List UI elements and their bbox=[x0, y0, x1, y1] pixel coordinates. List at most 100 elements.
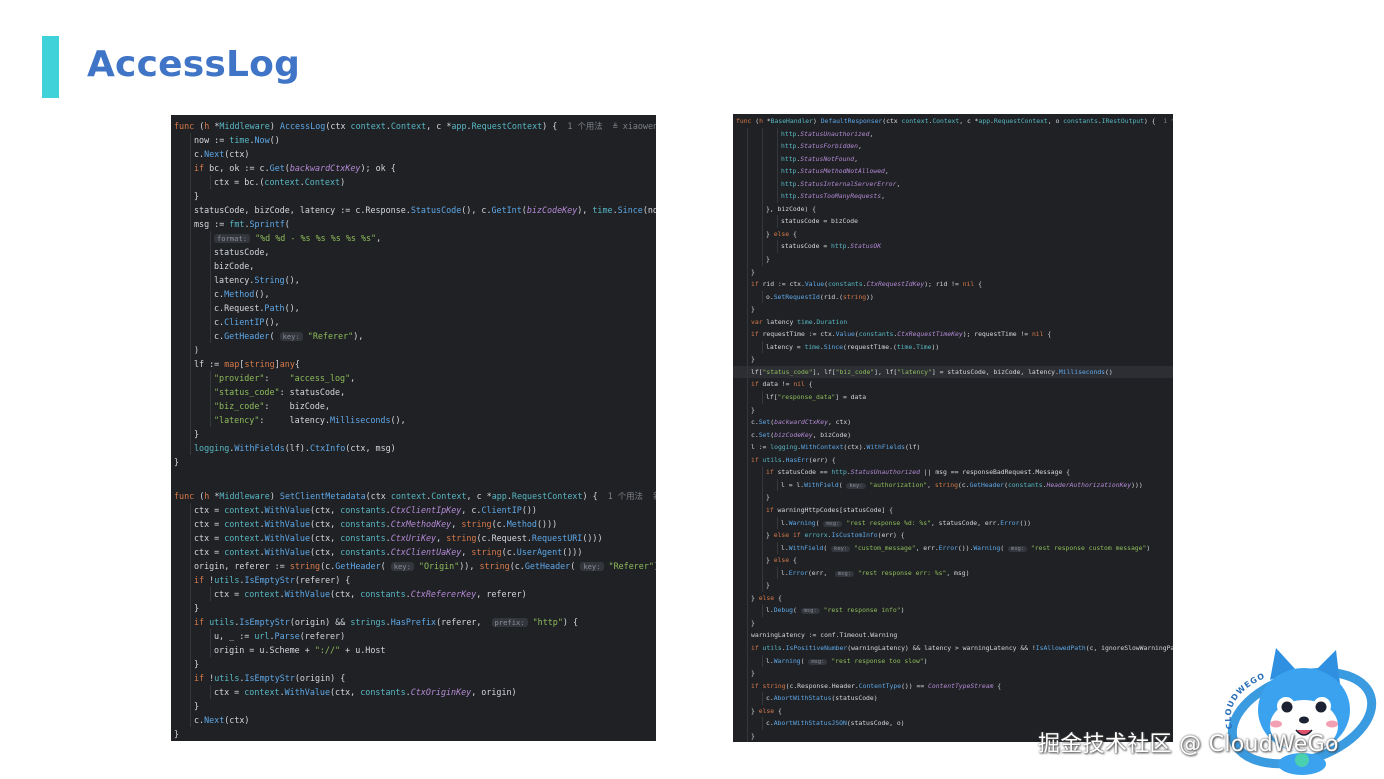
code-token: ); ok { bbox=[360, 163, 396, 173]
code-line: format: "%d %d - %s %s %s %s %s", bbox=[171, 231, 656, 245]
code-line: origin = u.Scheme + "://" + u.Host bbox=[171, 643, 656, 657]
code-token: h bbox=[204, 491, 215, 501]
code-token: } bbox=[194, 191, 200, 201]
code-token: , bbox=[854, 154, 858, 163]
code-token: func bbox=[736, 117, 756, 125]
code-token: app bbox=[451, 121, 467, 131]
code-token: c. bbox=[194, 715, 205, 725]
code-token: (err) { bbox=[808, 455, 836, 464]
code-token: context bbox=[390, 491, 427, 501]
code-token: WithValue bbox=[284, 687, 330, 697]
code-token: (), bbox=[254, 289, 270, 299]
code-token: BaseHandler bbox=[770, 117, 813, 125]
code-token: Since bbox=[617, 205, 643, 215]
code-token: context bbox=[224, 519, 260, 529]
code-token: StatusUnauthorized bbox=[800, 129, 870, 138]
code-token: } bbox=[751, 305, 755, 314]
code-token: constants bbox=[340, 547, 386, 557]
code-token: (c, ignoreSlowWarningPath bbox=[1085, 643, 1173, 652]
code-token: RequestContext bbox=[511, 491, 583, 501]
code-token: : bbox=[264, 373, 290, 383]
code-token: SetRequestId bbox=[773, 292, 820, 301]
code-token: } bbox=[751, 706, 759, 715]
code-line: ctx = context.WithValue(ctx, constants.C… bbox=[171, 503, 656, 517]
code-line: origin, referer := string(c.GetHeader( k… bbox=[171, 559, 656, 573]
code-token: ContentType bbox=[858, 681, 902, 690]
code-token: else bbox=[773, 556, 793, 565]
code-token: GetHeader bbox=[969, 480, 1005, 489]
code-token: (c. bbox=[957, 480, 970, 489]
code-token: context bbox=[224, 547, 260, 557]
code-token: } bbox=[766, 229, 774, 238]
code-token: (c. bbox=[320, 561, 336, 571]
code-token: string bbox=[461, 519, 492, 529]
code-token: } bbox=[174, 457, 180, 467]
code-token: Middleware bbox=[219, 121, 270, 131]
code-token: constants bbox=[340, 505, 386, 515]
code-token: Next bbox=[204, 149, 225, 159]
code-token: (now) bbox=[642, 205, 656, 215]
code-line: statusCode = bizCode bbox=[733, 215, 1173, 228]
code-token: lf := bbox=[194, 359, 225, 369]
code-token: nil bbox=[962, 280, 979, 289]
code-token: , bbox=[376, 233, 382, 243]
code-token: , o bbox=[1047, 117, 1064, 125]
code-token: (referer, bbox=[436, 617, 492, 627]
code-token: ( bbox=[1000, 543, 1008, 552]
code-token: StatusInternalServerError bbox=[800, 179, 897, 188]
code-token: string bbox=[244, 359, 275, 369]
code-token: } bbox=[174, 729, 180, 739]
code-token: (), bbox=[284, 275, 300, 285]
parameter-hint: key: bbox=[831, 545, 851, 552]
code-token: utils bbox=[214, 575, 240, 585]
code-token: } bbox=[751, 405, 755, 414]
code-line: ctx = context.WithValue(ctx, constants.C… bbox=[171, 545, 656, 559]
code-token: string bbox=[762, 681, 786, 690]
code-token: { bbox=[792, 229, 797, 238]
code-token: Error bbox=[788, 568, 808, 577]
code-line: func (h *BaseHandler) DefaultResponser(c… bbox=[733, 115, 1173, 128]
code-token: HasPrefix bbox=[390, 617, 437, 627]
code-token: } bbox=[751, 355, 755, 364]
code-token: Set bbox=[758, 430, 771, 439]
code-token: h bbox=[204, 121, 215, 131]
code-token: l := bbox=[751, 443, 771, 452]
code-line: ctx = bc.(context.Context) bbox=[171, 175, 656, 189]
code-line: c.Set(backwardCtxKey, ctx) bbox=[733, 416, 1173, 429]
code-token: nil bbox=[793, 380, 809, 389]
code-token: ( bbox=[792, 606, 801, 615]
code-token: "latency" bbox=[897, 367, 932, 376]
code-token: time bbox=[592, 205, 613, 215]
code-token: nil bbox=[1031, 330, 1048, 339]
code-token: http bbox=[781, 142, 797, 151]
code-token: time bbox=[229, 135, 250, 145]
code-token: , bbox=[350, 373, 356, 383]
code-line: } bbox=[733, 353, 1173, 366]
parameter-hint: msg: bbox=[834, 570, 854, 577]
code-token: + u.Host bbox=[340, 645, 386, 655]
code-token: , c * bbox=[426, 121, 452, 131]
code-token: } bbox=[751, 267, 755, 276]
code-token: IsPositiveNumber bbox=[785, 643, 848, 652]
code-token: l = l. bbox=[781, 480, 805, 489]
code-token: () bbox=[269, 135, 280, 145]
code-token: ctx = bbox=[194, 519, 225, 529]
code-token: Middleware bbox=[219, 491, 270, 501]
code-line: } else { bbox=[733, 704, 1173, 718]
code-token: Next bbox=[204, 715, 225, 725]
code-token: if bbox=[751, 681, 763, 690]
code-token: string bbox=[446, 533, 477, 543]
code-token: (lf) bbox=[904, 443, 921, 452]
code-line: http.StatusTooManyRequests, bbox=[733, 190, 1173, 203]
code-token: c. bbox=[194, 149, 205, 159]
code-line: if utils.HasErr(err) { bbox=[733, 453, 1173, 467]
code-token: ); rid != bbox=[924, 280, 963, 289]
code-token: l. bbox=[781, 568, 789, 577]
code-token: c. bbox=[751, 430, 759, 439]
code-token: backwardCtxKey bbox=[289, 163, 361, 173]
code-token: { bbox=[792, 556, 797, 565]
code-token: if bbox=[751, 455, 763, 464]
code-token: c. bbox=[214, 289, 225, 299]
code-line: }, bizCode) { bbox=[733, 202, 1173, 216]
code-token: fmt bbox=[229, 219, 245, 229]
